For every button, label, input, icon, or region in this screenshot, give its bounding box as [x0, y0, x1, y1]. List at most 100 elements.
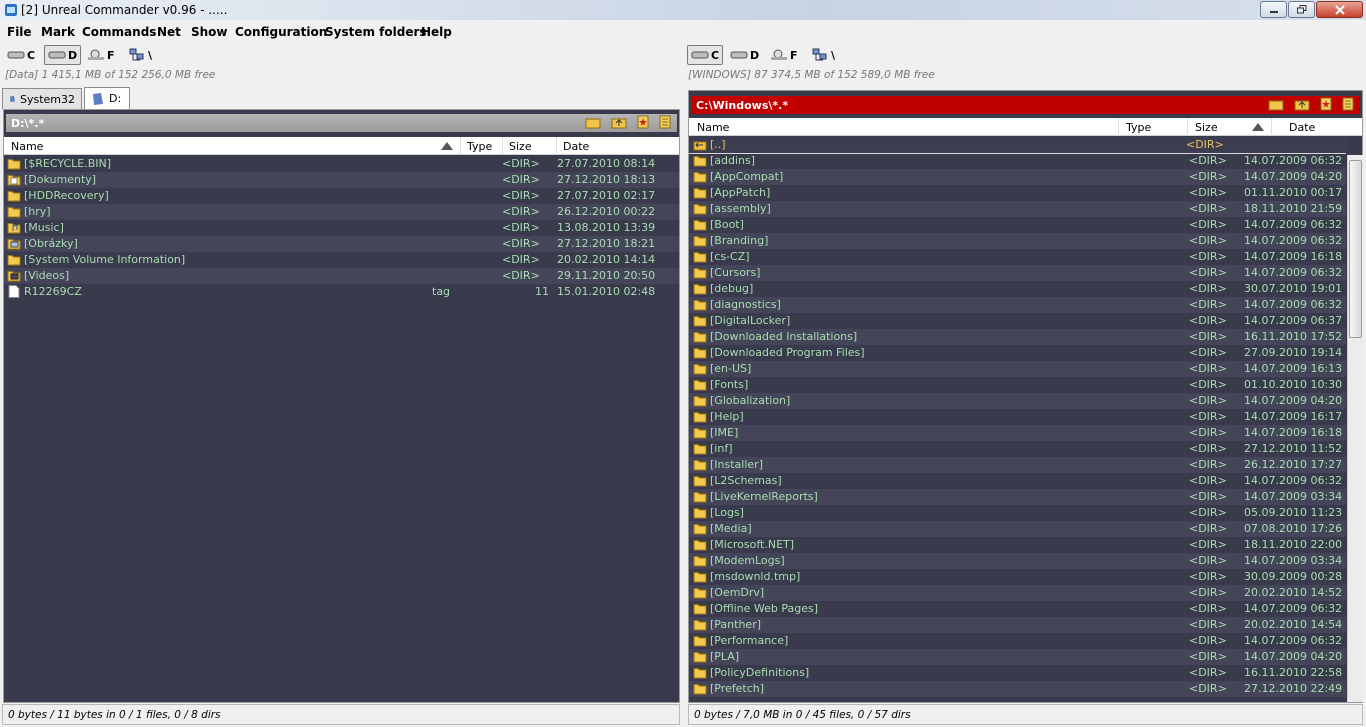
- right-scrollbar[interactable]: [1347, 155, 1363, 702]
- file-date: 14.07.2009 06:32: [1244, 234, 1343, 247]
- file-row[interactable]: [cs-CZ] <DIR> 14.07.2009 16:18: [689, 249, 1346, 265]
- file-row[interactable]: [Branding] <DIR> 14.07.2009 06:32: [689, 233, 1346, 249]
- left-drive-f[interactable]: F: [84, 45, 118, 65]
- file-row[interactable]: [Panther] <DIR> 20.02.2010 14:54: [689, 617, 1346, 633]
- left-drive-d[interactable]: D: [44, 45, 82, 65]
- file-row[interactable]: [LiveKernelReports] <DIR> 14.07.2009 03:34: [689, 489, 1346, 505]
- column-name[interactable]: Name: [697, 121, 729, 134]
- history-icon[interactable]: [659, 115, 671, 129]
- file-row[interactable]: [Offline Web Pages] <DIR> 14.07.2009 06:32: [689, 601, 1346, 617]
- menu-help[interactable]: Help: [421, 25, 452, 39]
- history-icon[interactable]: [1342, 97, 1354, 111]
- left-drive-c[interactable]: C: [4, 45, 38, 65]
- file-row[interactable]: [Help] <DIR> 14.07.2009 16:17: [689, 409, 1346, 425]
- menu-mark[interactable]: Mark: [41, 25, 75, 39]
- folder-icon: [693, 636, 707, 647]
- file-row[interactable]: [Logs] <DIR> 05.09.2010 11:23: [689, 505, 1346, 521]
- sort-asc-icon[interactable]: [1251, 122, 1265, 132]
- tab-system32[interactable]: System32: [2, 88, 82, 109]
- file-row[interactable]: [hry] <DIR> 26.12.2010 00:22: [4, 204, 679, 220]
- file-row[interactable]: [Globalization] <DIR> 14.07.2009 04:20: [689, 393, 1346, 409]
- file-row[interactable]: [System Volume Information] <DIR> 20.02.20…: [4, 252, 679, 268]
- left-path-bar[interactable]: D:\*.*: [6, 114, 677, 132]
- favorites-icon[interactable]: [637, 115, 649, 129]
- file-name: R12269CZ: [24, 285, 82, 298]
- file-row[interactable]: [AppCompat] <DIR> 14.07.2009 04:20: [689, 169, 1346, 185]
- column-date[interactable]: Date: [563, 140, 589, 153]
- column-type[interactable]: Type: [1126, 121, 1151, 134]
- file-row[interactable]: [Fonts] <DIR> 01.10.2010 10:30: [689, 377, 1346, 393]
- file-row[interactable]: [DigitalLocker] <DIR> 14.07.2009 06:37: [689, 313, 1346, 329]
- maximize-button[interactable]: [1288, 1, 1315, 18]
- cd-drive-icon: [88, 49, 104, 60]
- file-row[interactable]: [Music] <DIR> 13.08.2010 13:39: [4, 220, 679, 236]
- left-status-bar: 0 bytes / 11 bytes in 0 / 1 files, 0 / 8…: [2, 704, 680, 725]
- favorites-icon[interactable]: [1320, 97, 1332, 111]
- cd-drive-icon: [771, 49, 787, 60]
- file-row[interactable]: [$RECYCLE.BIN] <DIR> 27.07.2010 08:14: [4, 156, 679, 172]
- file-row[interactable]: [PLA] <DIR> 14.07.2009 04:20: [689, 649, 1346, 665]
- right-drive-c[interactable]: C: [687, 45, 724, 65]
- folder-icon: [7, 207, 21, 218]
- column-size[interactable]: Size: [509, 140, 532, 153]
- menu-system-folders[interactable]: System folders: [325, 25, 427, 39]
- right-drive-d[interactable]: D: [727, 45, 762, 65]
- right-drive-f[interactable]: F: [767, 45, 801, 65]
- up-folder-icon[interactable]: [611, 115, 627, 129]
- folder-icon: [693, 652, 707, 663]
- file-row[interactable]: [IME] <DIR> 14.07.2009 16:18: [689, 425, 1346, 441]
- file-row[interactable]: [ModemLogs] <DIR> 14.07.2009 03:34: [689, 553, 1346, 569]
- file-row[interactable]: [Microsoft.NET] <DIR> 18.11.2010 22:00: [689, 537, 1346, 553]
- file-row[interactable]: [Dokumenty] <DIR> 27.12.2010 18:13: [4, 172, 679, 188]
- column-date[interactable]: Date: [1289, 121, 1315, 134]
- root-folder-icon[interactable]: [1268, 97, 1284, 111]
- file-row[interactable]: [Downloaded Program Files] <DIR> 27.09.201…: [689, 345, 1346, 361]
- up-folder-icon[interactable]: [1294, 97, 1310, 111]
- restore-icon: [1296, 5, 1306, 14]
- file-row[interactable]: [en-US] <DIR> 14.07.2009 16:13: [689, 361, 1346, 377]
- file-row[interactable]: [AppPatch] <DIR> 01.11.2010 00:17: [689, 185, 1346, 201]
- file-row[interactable]: [Installer] <DIR> 26.12.2010 17:27: [689, 457, 1346, 473]
- file-row[interactable]: [diagnostics] <DIR> 14.07.2009 06:32: [689, 297, 1346, 313]
- file-row[interactable]: [addins] <DIR> 14.07.2009 06:32: [689, 153, 1346, 169]
- right-drive-network[interactable]: \: [808, 45, 838, 65]
- file-size: <DIR>: [1189, 346, 1227, 359]
- file-row[interactable]: R12269CZ tag 11 15.01.2010 02:48: [4, 284, 679, 300]
- up-dir-row[interactable]: [..] <DIR>: [689, 137, 1346, 154]
- file-row[interactable]: [OemDrv] <DIR> 20.02.2010 14:52: [689, 585, 1346, 601]
- up-dir-icon: [693, 141, 707, 151]
- file-row[interactable]: [Media] <DIR> 07.08.2010 17:26: [689, 521, 1346, 537]
- file-row[interactable]: [msdownld.tmp] <DIR> 30.09.2009 00:28: [689, 569, 1346, 585]
- file-row[interactable]: [PolicyDefinitions] <DIR> 16.11.2010 22:58: [689, 665, 1346, 681]
- menu-commands[interactable]: Commands: [82, 25, 156, 39]
- file-row[interactable]: [Obrázky] <DIR> 27.12.2010 18:21: [4, 236, 679, 252]
- sort-asc-icon[interactable]: [440, 141, 454, 151]
- scrollbar-thumb[interactable]: [1349, 160, 1362, 338]
- menu-show[interactable]: Show: [191, 25, 228, 39]
- file-row[interactable]: [Videos] <DIR> 29.11.2010 20:50: [4, 268, 679, 284]
- right-path-bar[interactable]: C:\Windows\*.*: [691, 96, 1360, 114]
- file-row[interactable]: [L2Schemas] <DIR> 14.07.2009 06:32: [689, 473, 1346, 489]
- file-row[interactable]: [Downloaded Installations] <DIR> 16.11.201…: [689, 329, 1346, 345]
- root-folder-icon[interactable]: [585, 115, 601, 129]
- menu-net[interactable]: Net: [157, 25, 181, 39]
- right-drive-bar: C D F \: [687, 45, 987, 67]
- folder-icon: [693, 492, 707, 503]
- file-row[interactable]: [HDDRecovery] <DIR> 27.07.2010 02:17: [4, 188, 679, 204]
- column-name[interactable]: Name: [11, 140, 43, 153]
- file-row[interactable]: [inf] <DIR> 27.12.2010 11:52: [689, 441, 1346, 457]
- file-row[interactable]: [Boot] <DIR> 14.07.2009 06:32: [689, 217, 1346, 233]
- menu-configuration[interactable]: Configuration: [235, 25, 327, 39]
- file-row[interactable]: [debug] <DIR> 30.07.2010 19:01: [689, 281, 1346, 297]
- minimize-button[interactable]: [1260, 1, 1287, 18]
- column-size[interactable]: Size: [1195, 121, 1218, 134]
- menu-file[interactable]: File: [7, 25, 32, 39]
- file-row[interactable]: [Prefetch] <DIR> 27.12.2010 22:49: [689, 681, 1346, 697]
- left-drive-network[interactable]: \: [125, 45, 155, 65]
- column-type[interactable]: Type: [467, 140, 492, 153]
- tab-d[interactable]: D:: [84, 87, 130, 109]
- file-row[interactable]: [Cursors] <DIR> 14.07.2009 06:32: [689, 265, 1346, 281]
- file-row[interactable]: [Performance] <DIR> 14.07.2009 06:32: [689, 633, 1346, 649]
- file-row[interactable]: [assembly] <DIR> 18.11.2010 21:59: [689, 201, 1346, 217]
- close-button[interactable]: [1316, 1, 1363, 18]
